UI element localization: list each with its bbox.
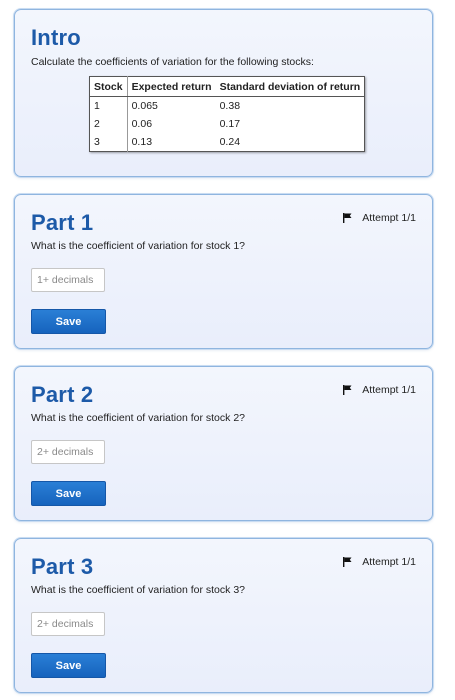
attempt-label: Attempt 1/1 — [362, 556, 416, 568]
part-1-save-button[interactable]: Save — [31, 309, 106, 334]
part-3-answer-input[interactable] — [31, 612, 105, 636]
flag-icon[interactable] — [343, 557, 352, 567]
table-header-stock: Stock — [89, 76, 128, 97]
part-3-attempt[interactable]: Attempt 1/1 — [343, 556, 416, 568]
intro-card: Intro Calculate the coefficients of vari… — [14, 9, 433, 177]
flag-icon[interactable] — [343, 385, 352, 395]
part-2-card: Part 2 Attempt 1/1 What is the coefficie… — [14, 366, 433, 521]
part-3-question: What is the coefficient of variation for… — [31, 584, 245, 596]
part-3-title: Part 3 — [31, 554, 94, 579]
part-1-attempt[interactable]: Attempt 1/1 — [343, 212, 416, 224]
table-cell-std-dev: 0.38 — [219, 100, 241, 112]
part-1-card: Part 1 Attempt 1/1 What is the coefficie… — [14, 194, 433, 349]
table-header-expected-return: Expected return — [127, 76, 216, 97]
part-2-save-button[interactable]: Save — [31, 481, 106, 506]
part-3-save-button[interactable]: Save — [31, 653, 106, 678]
table-cell-stock: 1 — [89, 96, 128, 115]
part-1-question: What is the coefficient of variation for… — [31, 240, 245, 252]
table-cell-expected-return: 0.13 — [131, 136, 153, 148]
intro-description: Calculate the coefficients of variation … — [31, 56, 314, 68]
table-header-row: Stock Expected return Standard deviation… — [89, 76, 365, 97]
attempt-label: Attempt 1/1 — [362, 212, 416, 224]
table-cell-std-dev: 0.24 — [219, 136, 241, 148]
part-2-answer-input[interactable] — [31, 440, 105, 464]
table-cell-std-dev: 0.17 — [219, 118, 241, 130]
table-header-std-dev: Standard deviation of return — [215, 76, 365, 97]
table-row: 3 0.13 0.24 — [89, 133, 365, 152]
part-3-card: Part 3 Attempt 1/1 What is the coefficie… — [14, 538, 433, 693]
intro-title: Intro — [31, 25, 81, 50]
stocks-table: Stock Expected return Standard deviation… — [89, 76, 366, 152]
part-2-question: What is the coefficient of variation for… — [31, 412, 245, 424]
table-cell-expected-return: 0.06 — [131, 118, 153, 130]
part-1-title: Part 1 — [31, 210, 94, 235]
table-row: 2 0.06 0.17 — [89, 115, 365, 133]
part-1-answer-input[interactable] — [31, 268, 105, 292]
flag-icon[interactable] — [343, 213, 352, 223]
table-cell-stock: 2 — [89, 115, 128, 133]
table-cell-stock: 3 — [89, 133, 128, 152]
table-row: 1 0.065 0.38 — [89, 96, 365, 115]
part-2-attempt[interactable]: Attempt 1/1 — [343, 384, 416, 396]
attempt-label: Attempt 1/1 — [362, 384, 416, 396]
table-cell-expected-return: 0.065 — [131, 100, 158, 112]
part-2-title: Part 2 — [31, 382, 94, 407]
